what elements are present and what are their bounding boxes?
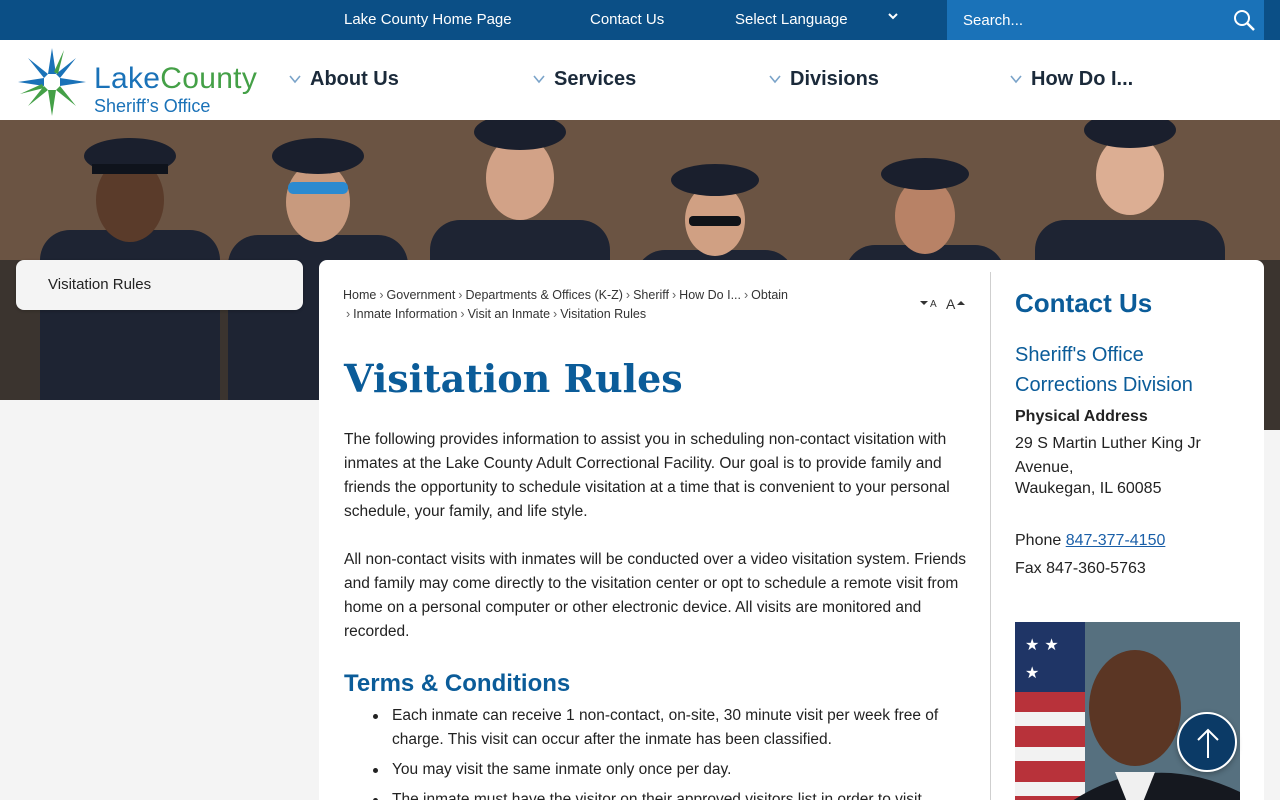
nav-label: How Do I... bbox=[1031, 67, 1134, 90]
breadcrumb-obtain[interactable]: Obtain bbox=[751, 288, 788, 302]
breadcrumb-departments[interactable]: Departments & Offices (K-Z) bbox=[465, 288, 622, 302]
sidebar-item-visitation-rules[interactable]: Visitation Rules bbox=[16, 260, 303, 310]
contact-org-line2[interactable]: Corrections Division bbox=[1015, 374, 1193, 397]
video-visit-paragraph: All non-contact visits with inmates will… bbox=[344, 551, 966, 640]
decrease-font-button[interactable]: A bbox=[919, 296, 939, 312]
hero-curve bbox=[0, 415, 320, 435]
site-header: LakeCounty Sheriff’s Office About Us Ser… bbox=[0, 40, 1280, 120]
svg-text:★ ★: ★ ★ bbox=[1025, 635, 1059, 654]
back-to-top-button[interactable] bbox=[1177, 712, 1237, 772]
terms-heading: Terms & Conditions bbox=[344, 670, 571, 697]
breadcrumb: Home › Government › Departments & Offices (K… bbox=[343, 288, 789, 321]
font-size-letter-small: A bbox=[930, 299, 937, 310]
main-content: Home › Government › Departments & Offices (K… bbox=[319, 260, 1264, 800]
search-input[interactable] bbox=[947, 0, 1217, 40]
arrow-up-icon bbox=[1197, 728, 1219, 758]
starburst-logo-icon bbox=[18, 48, 86, 116]
search-box bbox=[947, 0, 1264, 40]
breadcrumb-visit-an-inmate[interactable]: Visit an Inmate bbox=[468, 307, 550, 321]
increase-font-icon bbox=[957, 301, 965, 305]
page-title: Visitation Rules bbox=[344, 356, 683, 401]
contact-us-link[interactable]: Contact Us bbox=[590, 11, 664, 28]
site-logo[interactable]: LakeCounty Sheriff’s Office bbox=[16, 44, 276, 116]
logo-title: LakeCounty bbox=[94, 62, 258, 95]
address-street: 29 S Martin Luther King Jr Avenue, bbox=[1015, 435, 1201, 476]
utility-bar: Lake County Home Page Contact Us Select … bbox=[0, 0, 1280, 40]
column-divider bbox=[990, 272, 991, 800]
phone-label: Phone bbox=[1015, 532, 1062, 549]
chevron-down-icon[interactable] bbox=[886, 9, 900, 23]
sidebar-item-label: Visitation Rules bbox=[48, 276, 152, 293]
nav-label: Services bbox=[554, 67, 637, 90]
chevron-down-icon bbox=[1010, 75, 1022, 84]
portrait-image: ★ ★ ★ bbox=[1015, 622, 1240, 800]
sheriff-photo: ★ ★ ★ bbox=[1015, 622, 1240, 800]
left-background bbox=[0, 400, 320, 800]
fax-label: Fax bbox=[1015, 560, 1042, 577]
search-icon[interactable] bbox=[1232, 8, 1256, 32]
rules-list: Each inmate can receive 1 non-contact, o… bbox=[367, 704, 972, 800]
phone-link[interactable]: 847-377-4150 bbox=[1066, 532, 1166, 549]
phone-row: Phone 847-377-4150 bbox=[1015, 532, 1165, 550]
fax-row: Fax 847-360-5763 bbox=[1015, 560, 1146, 578]
chevron-down-icon bbox=[533, 75, 545, 84]
address-label: Physical Address bbox=[1015, 408, 1148, 425]
breadcrumb-government[interactable]: Government bbox=[387, 288, 456, 302]
nav-label: Divisions bbox=[790, 67, 879, 90]
nav-label: About Us bbox=[310, 67, 399, 90]
nav-services[interactable]: Services bbox=[532, 64, 636, 94]
breadcrumb-inmate-information[interactable]: Inmate Information bbox=[353, 307, 457, 321]
fax-number: 847-360-5763 bbox=[1046, 560, 1146, 577]
list-item: You may visit the same inmate only once … bbox=[367, 758, 972, 782]
intro-paragraph: The following provides information to as… bbox=[344, 431, 950, 520]
logo-subtitle: Sheriff’s Office bbox=[94, 96, 211, 116]
breadcrumb-sheriff[interactable]: Sheriff bbox=[633, 288, 669, 302]
nav-divisions[interactable]: Divisions bbox=[768, 64, 879, 94]
increase-font-button[interactable]: A bbox=[946, 296, 968, 312]
list-item: Each inmate can receive 1 non-contact, o… bbox=[367, 704, 972, 752]
breadcrumb-how-do-i[interactable]: How Do I... bbox=[679, 288, 741, 302]
nav-how-do-i[interactable]: How Do I... bbox=[1009, 64, 1133, 94]
list-item: The inmate must have the visitor on thei… bbox=[367, 788, 972, 800]
contact-title: Contact Us bbox=[1015, 288, 1153, 318]
language-select[interactable]: Select Language bbox=[735, 11, 848, 28]
home-page-link[interactable]: Lake County Home Page bbox=[344, 11, 512, 28]
svg-text:★: ★ bbox=[1025, 663, 1039, 682]
address-city: Waukegan, IL 60085 bbox=[1015, 480, 1162, 497]
chevron-down-icon bbox=[289, 75, 301, 84]
contact-org-line1[interactable]: Sheriff's Office bbox=[1015, 344, 1144, 367]
chevron-down-icon bbox=[769, 75, 781, 84]
breadcrumb-home[interactable]: Home bbox=[343, 288, 376, 302]
breadcrumb-current: Visitation Rules bbox=[560, 307, 647, 321]
nav-about-us[interactable]: About Us bbox=[288, 64, 399, 94]
